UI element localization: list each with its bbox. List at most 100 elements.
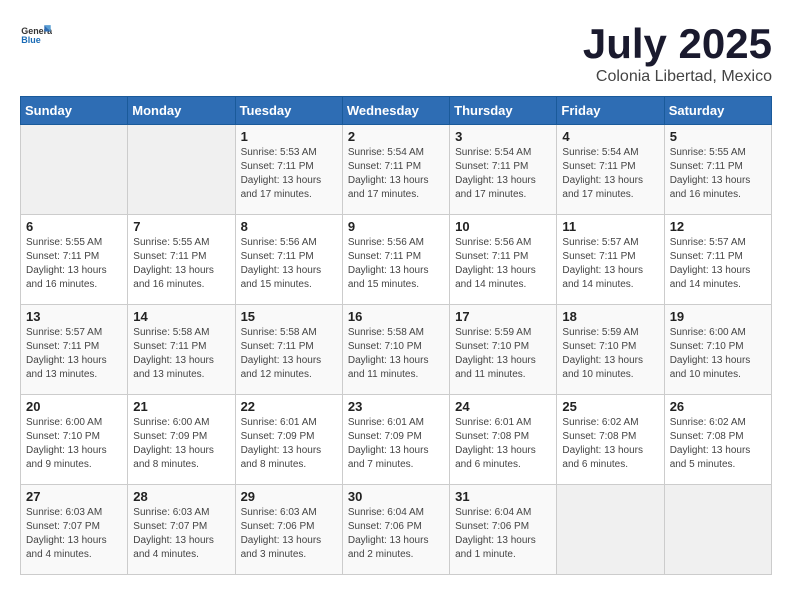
day-info: Sunrise: 6:03 AM Sunset: 7:06 PM Dayligh…: [241, 506, 337, 562]
day-cell: 15Sunrise: 5:58 AM Sunset: 7:11 PM Dayli…: [235, 305, 342, 395]
day-info: Sunrise: 5:58 AM Sunset: 7:11 PM Dayligh…: [241, 326, 337, 382]
day-info: Sunrise: 6:01 AM Sunset: 7:09 PM Dayligh…: [241, 416, 337, 472]
day-cell: 19Sunrise: 6:00 AM Sunset: 7:10 PM Dayli…: [664, 305, 771, 395]
day-number: 18: [562, 309, 658, 324]
day-cell: 20 Sunrise: 6:00 AM Sunset: 7:10 PM Dayli…: [21, 395, 128, 485]
day-cell: 29 Sunrise: 6:03 AM Sunset: 7:06 PM Dayli…: [235, 485, 342, 575]
day-info: Sunrise: 6:04 AM Sunset: 7:06 PM Dayligh…: [455, 506, 551, 562]
day-number: 12: [670, 219, 766, 234]
day-number: 30: [348, 489, 444, 504]
location-title: Colonia Libertad, Mexico: [583, 68, 772, 86]
day-info: Sunrise: 6:02 AM Sunset: 7:08 PM Dayligh…: [670, 416, 766, 472]
day-number: 2: [348, 129, 444, 144]
day-info: Sunrise: 5:55 AM Sunset: 7:11 PM Dayligh…: [26, 236, 122, 292]
day-cell: 23 Sunrise: 6:01 AM Sunset: 7:09 PM Dayli…: [342, 395, 449, 485]
logo-icon: General Blue: [20, 20, 52, 52]
day-cell: 13Sunrise: 5:57 AM Sunset: 7:11 PM Dayli…: [21, 305, 128, 395]
day-cell: 17Sunrise: 5:59 AM Sunset: 7:10 PM Dayli…: [450, 305, 557, 395]
day-cell: 4 Sunrise: 5:54 AM Sunset: 7:11 PM Daylig…: [557, 125, 664, 215]
day-cell: 21 Sunrise: 6:00 AM Sunset: 7:09 PM Dayli…: [128, 395, 235, 485]
day-info: Sunrise: 5:58 AM Sunset: 7:10 PM Dayligh…: [348, 326, 444, 382]
weekday-header-monday: Monday: [128, 97, 235, 125]
day-number: 29: [241, 489, 337, 504]
weekday-header-tuesday: Tuesday: [235, 97, 342, 125]
logo: General Blue: [20, 20, 52, 52]
day-info: Sunrise: 5:56 AM Sunset: 7:11 PM Dayligh…: [455, 236, 551, 292]
day-info: Sunrise: 6:02 AM Sunset: 7:08 PM Dayligh…: [562, 416, 658, 472]
week-row-4: 20 Sunrise: 6:00 AM Sunset: 7:10 PM Dayli…: [21, 395, 772, 485]
weekday-header-sunday: Sunday: [21, 97, 128, 125]
day-cell: 25 Sunrise: 6:02 AM Sunset: 7:08 PM Dayli…: [557, 395, 664, 485]
day-number: 10: [455, 219, 551, 234]
day-number: 27: [26, 489, 122, 504]
day-number: 31: [455, 489, 551, 504]
day-cell: 22 Sunrise: 6:01 AM Sunset: 7:09 PM Dayli…: [235, 395, 342, 485]
day-info: Sunrise: 6:01 AM Sunset: 7:09 PM Dayligh…: [348, 416, 444, 472]
day-info: Sunrise: 5:56 AM Sunset: 7:11 PM Dayligh…: [348, 236, 444, 292]
day-number: 3: [455, 129, 551, 144]
day-info: Sunrise: 5:56 AM Sunset: 7:11 PM Dayligh…: [241, 236, 337, 292]
day-cell: 31 Sunrise: 6:04 AM Sunset: 7:06 PM Dayli…: [450, 485, 557, 575]
week-row-5: 27 Sunrise: 6:03 AM Sunset: 7:07 PM Dayli…: [21, 485, 772, 575]
calendar-table: SundayMondayTuesdayWednesdayThursdayFrid…: [20, 96, 772, 575]
week-row-2: 6 Sunrise: 5:55 AM Sunset: 7:11 PM Daylig…: [21, 215, 772, 305]
day-cell: 1 Sunrise: 5:53 AM Sunset: 7:11 PM Daylig…: [235, 125, 342, 215]
weekday-header-friday: Friday: [557, 97, 664, 125]
day-number: 9: [348, 219, 444, 234]
day-cell: 24Sunrise: 6:01 AM Sunset: 7:08 PM Dayli…: [450, 395, 557, 485]
day-cell: 3 Sunrise: 5:54 AM Sunset: 7:11 PM Daylig…: [450, 125, 557, 215]
day-cell: 27 Sunrise: 6:03 AM Sunset: 7:07 PM Dayli…: [21, 485, 128, 575]
day-cell: 6 Sunrise: 5:55 AM Sunset: 7:11 PM Daylig…: [21, 215, 128, 305]
day-cell: 7 Sunrise: 5:55 AM Sunset: 7:11 PM Daylig…: [128, 215, 235, 305]
day-number: 7: [133, 219, 229, 234]
day-info: Sunrise: 5:54 AM Sunset: 7:11 PM Dayligh…: [348, 146, 444, 202]
month-title: July 2025: [583, 20, 772, 68]
day-number: 4: [562, 129, 658, 144]
day-cell: 11Sunrise: 5:57 AM Sunset: 7:11 PM Dayli…: [557, 215, 664, 305]
day-number: 21: [133, 399, 229, 414]
day-cell: 10 Sunrise: 5:56 AM Sunset: 7:11 PM Dayli…: [450, 215, 557, 305]
day-number: 16: [348, 309, 444, 324]
day-info: Sunrise: 6:03 AM Sunset: 7:07 PM Dayligh…: [26, 506, 122, 562]
day-cell: 12Sunrise: 5:57 AM Sunset: 7:11 PM Dayli…: [664, 215, 771, 305]
day-number: 13: [26, 309, 122, 324]
day-number: 24: [455, 399, 551, 414]
day-cell: 26 Sunrise: 6:02 AM Sunset: 7:08 PM Dayli…: [664, 395, 771, 485]
week-row-3: 13Sunrise: 5:57 AM Sunset: 7:11 PM Dayli…: [21, 305, 772, 395]
day-cell: 8Sunrise: 5:56 AM Sunset: 7:11 PM Daylig…: [235, 215, 342, 305]
day-number: 20: [26, 399, 122, 414]
day-info: Sunrise: 5:55 AM Sunset: 7:11 PM Dayligh…: [133, 236, 229, 292]
day-number: 1: [241, 129, 337, 144]
day-number: 6: [26, 219, 122, 234]
day-info: Sunrise: 5:53 AM Sunset: 7:11 PM Dayligh…: [241, 146, 337, 202]
day-number: 14: [133, 309, 229, 324]
day-info: Sunrise: 5:55 AM Sunset: 7:11 PM Dayligh…: [670, 146, 766, 202]
day-cell: 30Sunrise: 6:04 AM Sunset: 7:06 PM Dayli…: [342, 485, 449, 575]
day-cell: 18 Sunrise: 5:59 AM Sunset: 7:10 PM Dayli…: [557, 305, 664, 395]
weekday-header-thursday: Thursday: [450, 97, 557, 125]
day-number: 26: [670, 399, 766, 414]
day-cell: [21, 125, 128, 215]
day-cell: 28 Sunrise: 6:03 AM Sunset: 7:07 PM Dayli…: [128, 485, 235, 575]
day-info: Sunrise: 6:00 AM Sunset: 7:10 PM Dayligh…: [670, 326, 766, 382]
weekday-header-wednesday: Wednesday: [342, 97, 449, 125]
day-info: Sunrise: 5:59 AM Sunset: 7:10 PM Dayligh…: [562, 326, 658, 382]
day-number: 17: [455, 309, 551, 324]
day-number: 22: [241, 399, 337, 414]
day-cell: 16 Sunrise: 5:58 AM Sunset: 7:10 PM Dayli…: [342, 305, 449, 395]
day-info: Sunrise: 6:00 AM Sunset: 7:09 PM Dayligh…: [133, 416, 229, 472]
day-number: 25: [562, 399, 658, 414]
day-number: 11: [562, 219, 658, 234]
title-block: July 2025 Colonia Libertad, Mexico: [583, 20, 772, 86]
day-number: 5: [670, 129, 766, 144]
week-row-1: 1 Sunrise: 5:53 AM Sunset: 7:11 PM Daylig…: [21, 125, 772, 215]
day-number: 28: [133, 489, 229, 504]
day-number: 23: [348, 399, 444, 414]
day-info: Sunrise: 5:54 AM Sunset: 7:11 PM Dayligh…: [455, 146, 551, 202]
day-cell: [557, 485, 664, 575]
day-info: Sunrise: 5:54 AM Sunset: 7:11 PM Dayligh…: [562, 146, 658, 202]
day-info: Sunrise: 5:58 AM Sunset: 7:11 PM Dayligh…: [133, 326, 229, 382]
svg-text:Blue: Blue: [21, 35, 40, 45]
day-info: Sunrise: 6:00 AM Sunset: 7:10 PM Dayligh…: [26, 416, 122, 472]
day-info: Sunrise: 6:03 AM Sunset: 7:07 PM Dayligh…: [133, 506, 229, 562]
